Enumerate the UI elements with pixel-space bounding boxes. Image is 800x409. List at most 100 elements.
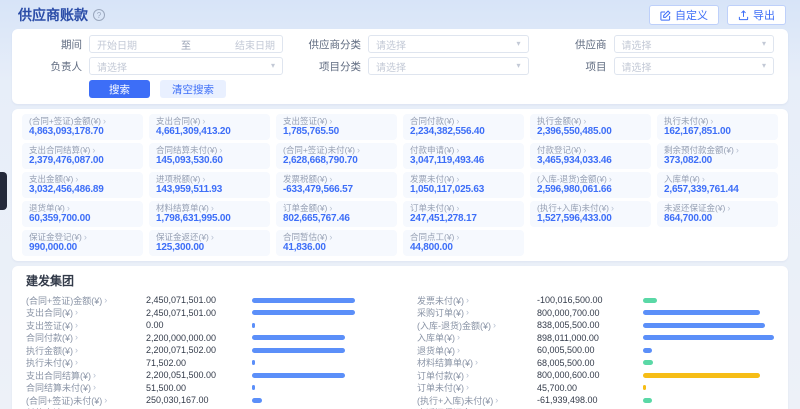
- metric-card[interactable]: 剩余预付款金额(¥) › 373,082.00: [657, 143, 778, 169]
- metric-row[interactable]: (合同+签证)金额(¥) › 2,450,071,501.00: [26, 294, 383, 307]
- metric-row[interactable]: 发票未付(¥) › -100,016,500.00: [417, 294, 774, 307]
- metric-label-text: 合同结算未付(¥): [156, 145, 217, 155]
- row-label-text: 采购订单(¥): [417, 306, 464, 319]
- metric-row[interactable]: 合同付款(¥) › 2,200,000,000.00: [26, 332, 383, 345]
- metric-row[interactable]: 退货单(¥) › 60,005,500.00: [417, 344, 774, 357]
- search-button[interactable]: 搜索: [89, 80, 150, 98]
- metric-card[interactable]: 保证金返还(¥) › 125,300.00: [149, 230, 270, 256]
- metric-label: 执行未付(¥) ›: [664, 116, 771, 126]
- metric-value: 4,661,309,413.20: [156, 126, 263, 138]
- metric-label-text: 发票税额(¥): [283, 174, 327, 184]
- clear-search-button[interactable]: 清空搜索: [160, 80, 226, 98]
- row-value: 250,030,167.00: [146, 395, 252, 405]
- metric-value: 373,082.00: [664, 155, 771, 167]
- row-value: 838,005,500.00: [537, 320, 643, 330]
- metric-card[interactable]: 订单未付(¥) › 247,451,278.17: [403, 201, 524, 227]
- supplier-category-select[interactable]: 请选择 ▾: [368, 35, 528, 53]
- row-label-text: 发票未付(¥): [417, 294, 464, 307]
- metric-label: 合同点工(¥) ›: [410, 232, 517, 242]
- bar-fill: [643, 323, 765, 328]
- bar-track: [643, 298, 774, 303]
- project-category-select[interactable]: 请选择 ▾: [368, 57, 528, 75]
- metric-row[interactable]: 执行金额(¥) › 2,200,071,502.00: [26, 344, 383, 357]
- page-title: 供应商账款: [18, 5, 88, 25]
- metric-row[interactable]: 订单付款(¥) › 800,000,600.00: [417, 369, 774, 382]
- metric-card[interactable]: 付款申请(¥) › 3,047,119,493.46: [403, 143, 524, 169]
- metric-card[interactable]: (执行+入库)未付(¥) › 1,527,596,433.00: [530, 201, 651, 227]
- help-icon[interactable]: ?: [93, 9, 105, 21]
- bar-fill: [252, 348, 345, 353]
- bar-fill: [643, 385, 646, 390]
- row-label: 执行未付(¥) ›: [26, 356, 146, 369]
- metric-label-text: 支出合同(¥): [156, 116, 200, 126]
- range-separator: 至: [181, 37, 191, 52]
- metric-card[interactable]: 合同点工(¥) › 44,800.00: [403, 230, 524, 256]
- supplier-accounts-page: 供应商账款 ? 自定义 导出 期间: [0, 0, 800, 409]
- metric-card[interactable]: 入库单(¥) › 2,657,339,761.44: [657, 172, 778, 198]
- metric-row[interactable]: 合同结算未付(¥) › 51,500.00: [26, 382, 383, 395]
- metric-card[interactable]: 合同暂估(¥) › 41,836.00: [276, 230, 397, 256]
- metric-card[interactable]: (入库-退货)金额(¥) › 2,596,980,061.66: [530, 172, 651, 198]
- metric-card[interactable]: 保证金登记(¥) › 990,000.00: [22, 230, 143, 256]
- metric-card[interactable]: 订单金额(¥) › 802,665,767.46: [276, 201, 397, 227]
- metric-label: 剩余预付款金额(¥) ›: [664, 145, 771, 155]
- metric-label: 入库单(¥) ›: [664, 174, 771, 184]
- chevron-right-icon: ›: [727, 204, 730, 213]
- metric-card[interactable]: 执行金额(¥) › 2,396,550,485.00: [530, 114, 651, 140]
- chevron-right-icon: ›: [75, 333, 78, 342]
- metric-row[interactable]: 支出合同(¥) › 2,450,071,501.00: [26, 307, 383, 320]
- row-label: 材料结算单(¥) ›: [417, 356, 537, 369]
- metric-card[interactable]: 未返还保证金(¥) › 864,700.00: [657, 201, 778, 227]
- metric-card[interactable]: (合同+签证)未付(¥) › 2,628,668,790.70: [276, 143, 397, 169]
- metric-row[interactable]: 入库单(¥) › 898,011,000.00: [417, 332, 774, 345]
- chevron-right-icon: ›: [702, 175, 705, 184]
- project-select[interactable]: 请选择 ▾: [614, 57, 774, 75]
- metric-label-text: 合同点工(¥): [410, 232, 454, 242]
- export-button[interactable]: 导出: [727, 5, 786, 25]
- metric-card[interactable]: 付款登记(¥) › 3,465,934,033.46: [530, 143, 651, 169]
- chevron-right-icon: ›: [211, 204, 214, 213]
- metric-card[interactable]: (合同+签证)金额(¥) › 4,863,093,178.70: [22, 114, 143, 140]
- project-category-field: 项目分类 请选择 ▾: [305, 57, 528, 75]
- metric-row[interactable]: 执行未付(¥) › 71,502.00: [26, 357, 383, 370]
- metric-card[interactable]: 进项税额(¥) › 143,959,511.93: [149, 172, 270, 198]
- metric-card[interactable]: 材料结算单(¥) › 1,798,631,995.00: [149, 201, 270, 227]
- metric-row[interactable]: (执行+入库)未付(¥) › -61,939,498.00: [417, 394, 774, 407]
- metric-card[interactable]: 合同付款(¥) › 2,234,382,556.40: [403, 114, 524, 140]
- metric-row[interactable]: 支出合同结算(¥) › 2,200,051,500.00: [26, 369, 383, 382]
- export-label: 导出: [753, 7, 775, 23]
- summary-panel: (合同+签证)金额(¥) › 4,863,093,178.70 支出合同(¥) …: [12, 109, 788, 261]
- metric-row[interactable]: 采购订单(¥) › 800,000,700.00: [417, 307, 774, 320]
- metric-label: (执行+入库)未付(¥) ›: [537, 203, 644, 213]
- chevron-right-icon: ›: [357, 146, 360, 155]
- chevron-right-icon: ›: [456, 175, 459, 184]
- supplier-select[interactable]: 请选择 ▾: [614, 35, 774, 53]
- metric-row[interactable]: 材料结算单(¥) › 68,005,500.00: [417, 357, 774, 370]
- metric-card[interactable]: 支出签证(¥) › 1,785,765.50: [276, 114, 397, 140]
- supplier-group-name[interactable]: 建发集团: [26, 272, 774, 289]
- drawer-handle[interactable]: [0, 172, 7, 210]
- row-label: 入库单(¥) ›: [417, 331, 537, 344]
- metric-row[interactable]: 支出签证(¥) › 0.00: [26, 319, 383, 332]
- chevron-right-icon: ›: [93, 383, 96, 392]
- metric-label-text: 订单未付(¥): [410, 203, 454, 213]
- metric-row[interactable]: 订单未付(¥) › 45,700.00: [417, 382, 774, 395]
- metric-card[interactable]: 执行未付(¥) › 162,167,851.00: [657, 114, 778, 140]
- metric-card[interactable]: 合同结算未付(¥) › 145,093,530.60: [149, 143, 270, 169]
- customize-button[interactable]: 自定义: [649, 5, 719, 25]
- chevron-right-icon: ›: [495, 396, 498, 405]
- period-range-input[interactable]: 开始日期 至 结束日期: [89, 35, 283, 53]
- metric-card[interactable]: 发票税额(¥) › -633,479,566.57: [276, 172, 397, 198]
- metric-card[interactable]: 退货单(¥) › 60,359,700.00: [22, 201, 143, 227]
- metric-card[interactable]: 支出合同(¥) › 4,661,309,413.20: [149, 114, 270, 140]
- owner-select[interactable]: 请选择 ▾: [89, 57, 283, 75]
- metric-card[interactable]: 发票未付(¥) › 1,050,117,025.63: [403, 172, 524, 198]
- metric-card[interactable]: 支出合同结算(¥) › 2,379,476,087.00: [22, 143, 143, 169]
- metric-row[interactable]: (合同+签证)未付(¥) › 250,030,167.00: [26, 394, 383, 407]
- metric-row[interactable]: (入库-退货)金额(¥) › 838,005,500.00: [417, 319, 774, 332]
- row-value: 2,450,071,501.00: [146, 308, 252, 318]
- metric-value: 3,047,119,493.46: [410, 155, 517, 167]
- row-label: (合同+签证)未付(¥) ›: [26, 394, 146, 407]
- metric-card[interactable]: 支出金额(¥) › 3,032,456,486.89: [22, 172, 143, 198]
- row-label: 执行金额(¥) ›: [26, 344, 146, 357]
